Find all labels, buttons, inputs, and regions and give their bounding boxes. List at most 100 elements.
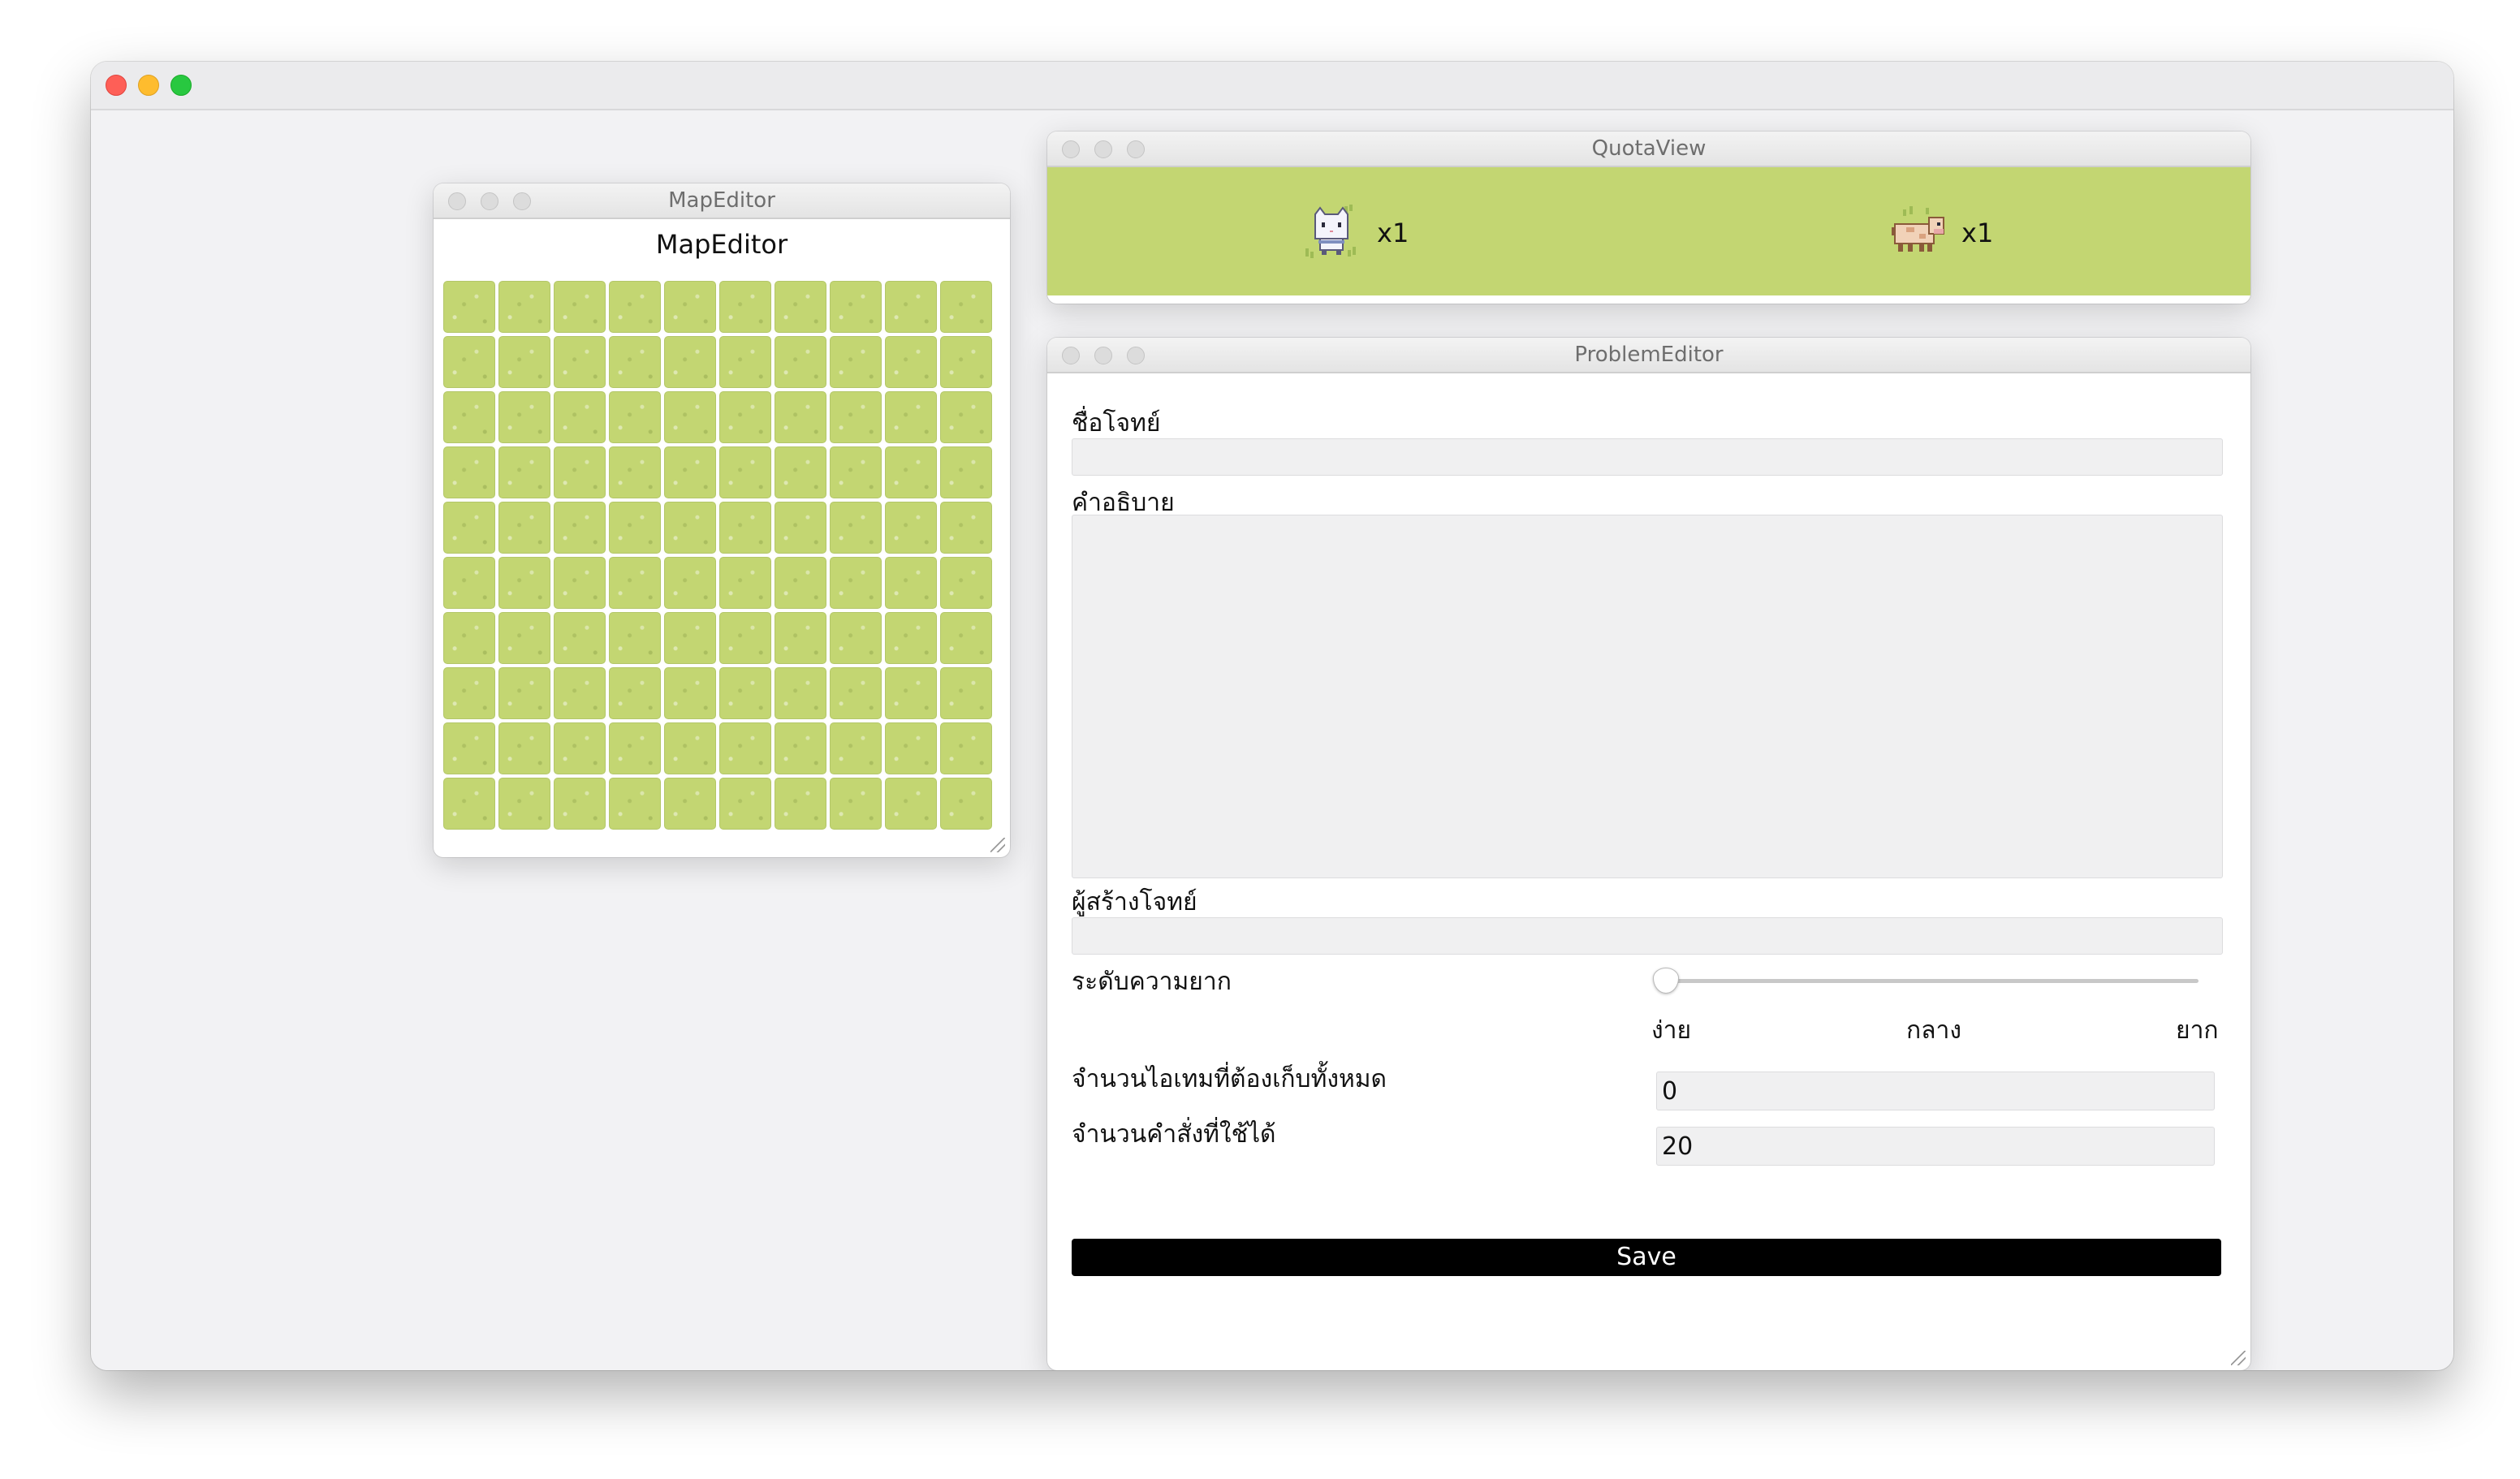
grass-tile[interactable] xyxy=(830,391,882,443)
grass-tile[interactable] xyxy=(719,391,771,443)
grass-tile[interactable] xyxy=(885,557,937,609)
grass-tile[interactable] xyxy=(775,667,826,719)
grass-tile[interactable] xyxy=(885,502,937,554)
grass-tile[interactable] xyxy=(498,612,550,664)
grass-tile[interactable] xyxy=(554,667,606,719)
grass-tile[interactable] xyxy=(775,612,826,664)
grass-tile[interactable] xyxy=(554,502,606,554)
grass-tile[interactable] xyxy=(498,722,550,774)
grass-tile[interactable] xyxy=(609,502,661,554)
grass-tile[interactable] xyxy=(498,667,550,719)
grass-tile[interactable] xyxy=(885,281,937,333)
map-editor-resize-grip[interactable] xyxy=(990,838,1005,852)
save-button[interactable]: Save xyxy=(1072,1239,2221,1276)
grass-tile[interactable] xyxy=(719,722,771,774)
grass-tile[interactable] xyxy=(609,667,661,719)
minimize-window-button[interactable] xyxy=(138,75,159,96)
items-count-field[interactable] xyxy=(1656,1072,2215,1110)
grass-tile[interactable] xyxy=(554,446,606,498)
grass-tile[interactable] xyxy=(609,778,661,830)
grass-tile[interactable] xyxy=(830,446,882,498)
grass-tile[interactable] xyxy=(719,446,771,498)
grass-tile[interactable] xyxy=(664,667,716,719)
grass-tile[interactable] xyxy=(719,612,771,664)
grass-tile[interactable] xyxy=(443,722,495,774)
grass-tile[interactable] xyxy=(443,778,495,830)
grass-tile[interactable] xyxy=(830,722,882,774)
grass-tile[interactable] xyxy=(940,446,992,498)
problem-title-field[interactable] xyxy=(1072,438,2223,476)
grass-tile[interactable] xyxy=(498,502,550,554)
grass-tile[interactable] xyxy=(830,502,882,554)
grass-tile[interactable] xyxy=(830,336,882,388)
grass-tile[interactable] xyxy=(609,281,661,333)
difficulty-slider-track[interactable] xyxy=(1658,979,2199,983)
grass-tile[interactable] xyxy=(940,557,992,609)
zoom-window-button[interactable] xyxy=(170,75,192,96)
grass-tile[interactable] xyxy=(498,391,550,443)
grass-tile[interactable] xyxy=(443,391,495,443)
grass-tile[interactable] xyxy=(885,336,937,388)
grass-tile[interactable] xyxy=(443,502,495,554)
grass-tile[interactable] xyxy=(443,557,495,609)
grass-tile[interactable] xyxy=(664,722,716,774)
grass-tile[interactable] xyxy=(664,391,716,443)
grass-tile[interactable] xyxy=(664,336,716,388)
grass-tile[interactable] xyxy=(830,557,882,609)
grass-tile[interactable] xyxy=(554,281,606,333)
grass-tile[interactable] xyxy=(940,336,992,388)
grass-tile[interactable] xyxy=(554,336,606,388)
grass-tile[interactable] xyxy=(830,612,882,664)
author-field[interactable] xyxy=(1072,917,2223,955)
grass-tile[interactable] xyxy=(885,667,937,719)
grass-tile[interactable] xyxy=(609,612,661,664)
grass-tile[interactable] xyxy=(609,722,661,774)
problem-editor-resize-grip[interactable] xyxy=(2231,1351,2246,1365)
grass-tile[interactable] xyxy=(775,778,826,830)
grass-tile[interactable] xyxy=(719,281,771,333)
grass-tile[interactable] xyxy=(940,612,992,664)
grass-tile[interactable] xyxy=(940,502,992,554)
grass-tile[interactable] xyxy=(830,778,882,830)
grass-tile[interactable] xyxy=(498,446,550,498)
grass-tile[interactable] xyxy=(885,612,937,664)
grass-tile[interactable] xyxy=(498,778,550,830)
grass-tile[interactable] xyxy=(609,391,661,443)
grass-tile[interactable] xyxy=(443,336,495,388)
grass-tile[interactable] xyxy=(719,502,771,554)
description-textarea[interactable] xyxy=(1072,515,2223,878)
commands-count-field[interactable] xyxy=(1656,1127,2215,1166)
grass-tile[interactable] xyxy=(775,391,826,443)
grass-tile[interactable] xyxy=(830,667,882,719)
grass-tile[interactable] xyxy=(554,557,606,609)
grass-tile[interactable] xyxy=(554,778,606,830)
grass-tile[interactable] xyxy=(775,281,826,333)
grass-tile[interactable] xyxy=(719,778,771,830)
grass-tile[interactable] xyxy=(775,722,826,774)
grass-tile[interactable] xyxy=(775,502,826,554)
grass-tile[interactable] xyxy=(664,612,716,664)
grass-tile[interactable] xyxy=(498,557,550,609)
grass-tile[interactable] xyxy=(885,391,937,443)
grass-tile[interactable] xyxy=(664,281,716,333)
grass-tile[interactable] xyxy=(609,336,661,388)
grass-tile[interactable] xyxy=(609,557,661,609)
grass-tile[interactable] xyxy=(443,667,495,719)
grass-tile[interactable] xyxy=(940,667,992,719)
close-window-button[interactable] xyxy=(106,75,127,96)
grass-tile[interactable] xyxy=(940,778,992,830)
grass-tile[interactable] xyxy=(609,446,661,498)
grass-tile[interactable] xyxy=(775,557,826,609)
grass-tile[interactable] xyxy=(885,778,937,830)
grass-tile[interactable] xyxy=(940,391,992,443)
grass-tile[interactable] xyxy=(443,281,495,333)
grass-tile[interactable] xyxy=(719,557,771,609)
grass-tile[interactable] xyxy=(443,612,495,664)
difficulty-slider-thumb[interactable] xyxy=(1653,968,1679,994)
grass-tile[interactable] xyxy=(554,722,606,774)
grass-tile[interactable] xyxy=(664,778,716,830)
grass-tile[interactable] xyxy=(885,722,937,774)
grass-tile[interactable] xyxy=(664,502,716,554)
grass-tile[interactable] xyxy=(885,446,937,498)
grass-tile[interactable] xyxy=(554,612,606,664)
